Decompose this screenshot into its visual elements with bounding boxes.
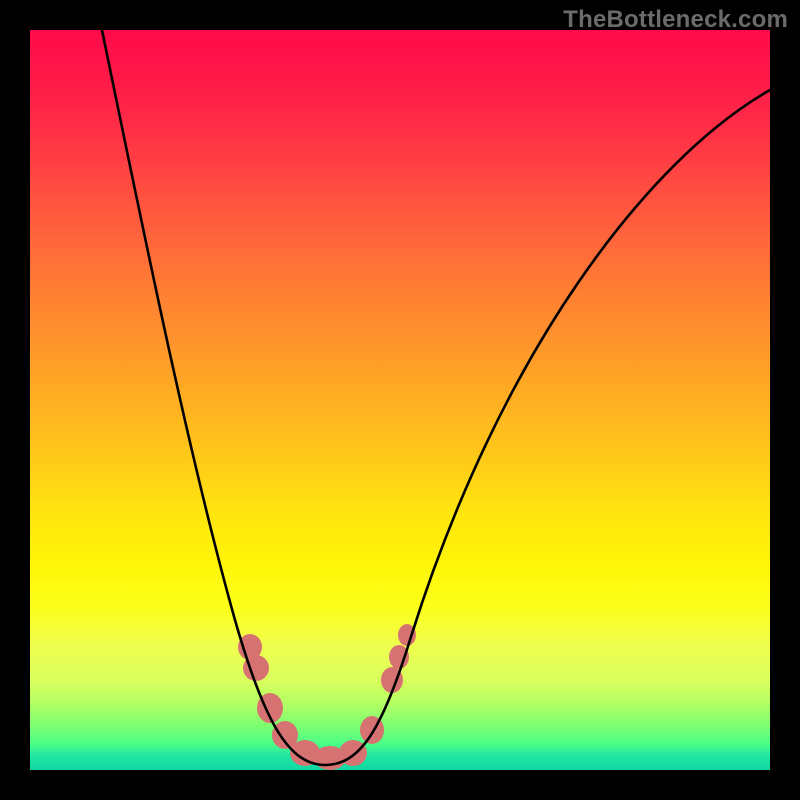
chart-plot-area <box>30 30 770 770</box>
bottleneck-curve <box>102 30 770 765</box>
watermark-text: TheBottleneck.com <box>563 6 788 34</box>
curve-svg <box>30 30 770 770</box>
